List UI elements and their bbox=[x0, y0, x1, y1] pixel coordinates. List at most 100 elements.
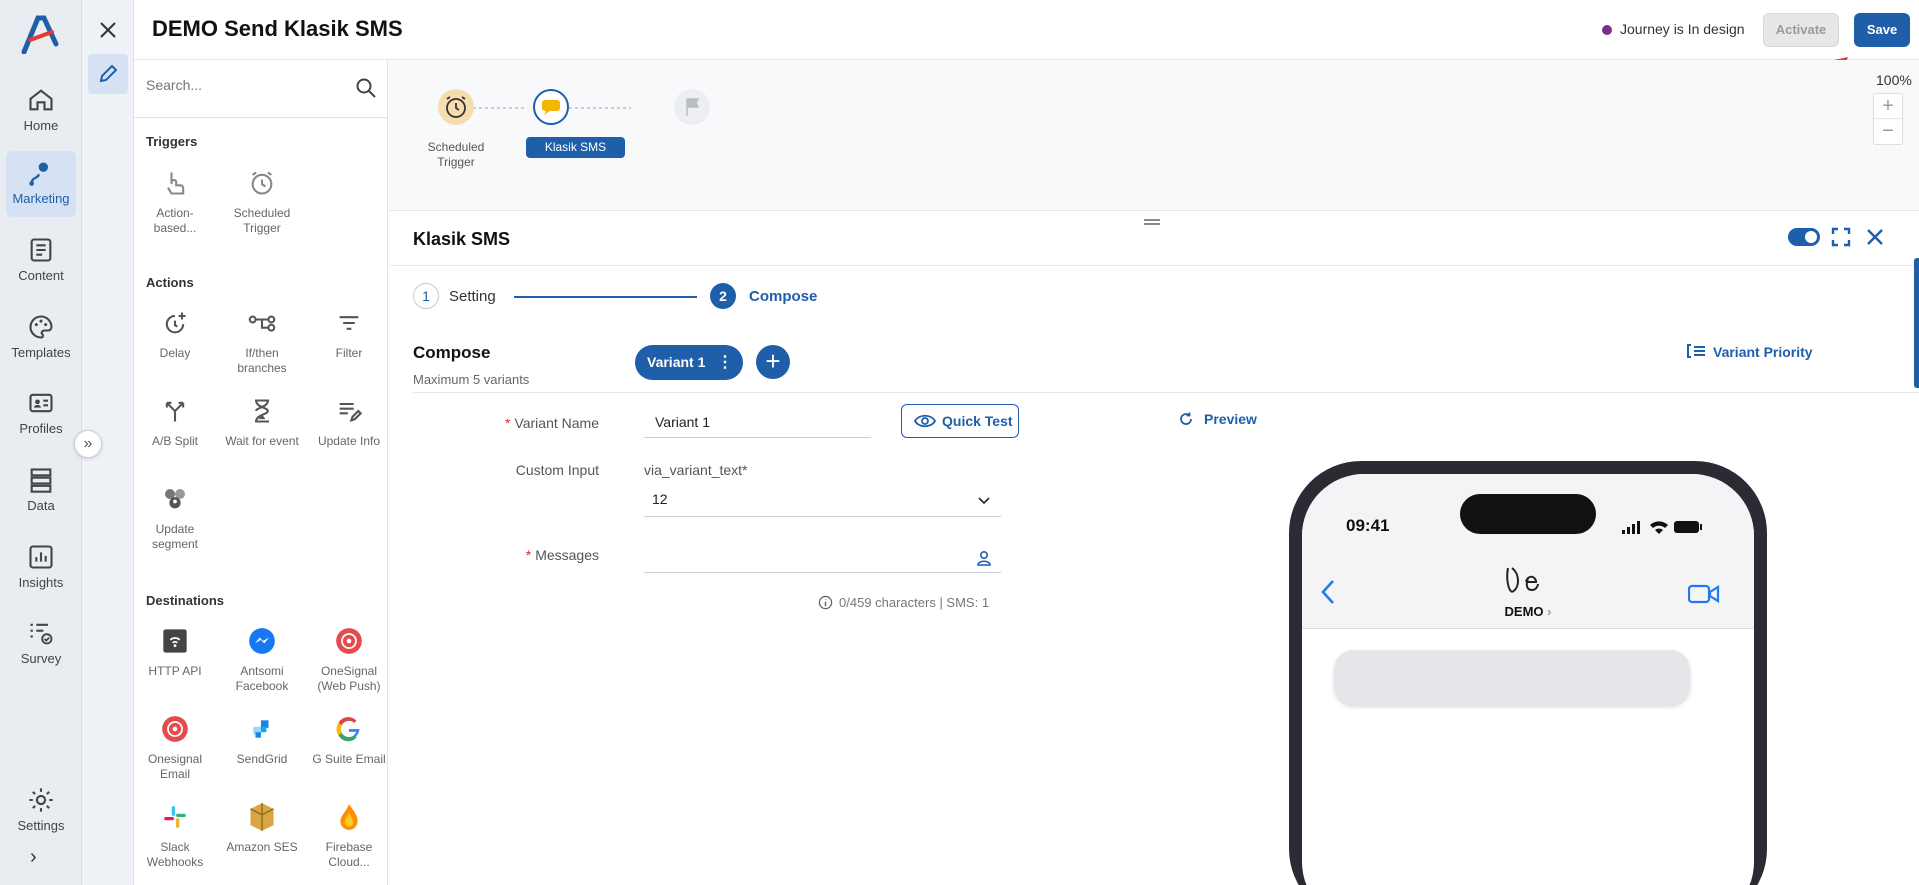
tool-if-then[interactable]: If/then branches bbox=[224, 308, 300, 376]
step-2-label[interactable]: Compose bbox=[749, 288, 817, 305]
firebase-icon bbox=[340, 804, 358, 830]
tool-firebase-label: Firebase Cloud... bbox=[325, 840, 373, 869]
video-call-icon bbox=[1688, 584, 1720, 604]
segment-icon bbox=[165, 489, 185, 509]
nav-profiles[interactable]: Profiles bbox=[6, 381, 76, 447]
header: DEMO Send Klasik SMS Journey is In desig… bbox=[134, 0, 1919, 60]
tool-antsomi-facebook-label: Antsomi Facebook bbox=[235, 664, 289, 693]
messages-label: * Messages bbox=[399, 547, 599, 563]
sendgrid-icon bbox=[253, 720, 269, 738]
tool-onesignal-web[interactable]: OneSignal (Web Push) bbox=[311, 626, 387, 694]
quick-test-button[interactable]: Quick Test bbox=[901, 404, 1019, 438]
tool-onesignal-email-label: Onesignal Email bbox=[147, 752, 203, 781]
node-klasik-sms-label[interactable]: Klasik SMS bbox=[526, 137, 625, 158]
detail-title: Klasik SMS bbox=[413, 229, 511, 249]
tool-wait-event-label: Wait for event bbox=[225, 434, 299, 448]
tool-onesignal-email[interactable]: Onesignal Email bbox=[137, 714, 213, 782]
app-root: Home Marketing Content Templates Profile… bbox=[0, 0, 1919, 885]
search-icon[interactable] bbox=[354, 76, 378, 100]
custom-input-select[interactable]: 12 bbox=[644, 483, 1001, 517]
tool-wait-event[interactable]: Wait for event bbox=[224, 396, 300, 449]
messages-input[interactable] bbox=[644, 539, 1001, 573]
scroll-indicator[interactable] bbox=[1914, 258, 1919, 388]
zoom-level: 100% bbox=[1876, 72, 1912, 88]
nav-home[interactable]: Home bbox=[6, 78, 76, 144]
step-1-label[interactable]: Setting bbox=[449, 288, 496, 305]
fullscreen-icon[interactable] bbox=[1830, 226, 1852, 248]
tool-action-based[interactable]: Action-based... bbox=[137, 168, 213, 236]
gear-icon bbox=[29, 788, 53, 812]
variant-priority-label: Variant Priority bbox=[1713, 344, 1813, 360]
slack-icon bbox=[164, 806, 186, 828]
contact-avatar-logo bbox=[1506, 567, 1539, 593]
nav-marketing[interactable]: Marketing bbox=[6, 151, 76, 217]
onesignal-icon bbox=[336, 628, 362, 654]
step-connector bbox=[514, 296, 697, 298]
zoom-out-icon[interactable]: − bbox=[1874, 119, 1902, 144]
tool-http-api[interactable]: HTTP API bbox=[137, 626, 213, 679]
tool-ab-split-label: A/B Split bbox=[151, 434, 199, 448]
tool-gsuite-email[interactable]: G Suite Email bbox=[311, 714, 387, 767]
more-vertical-icon[interactable]: ⋮ bbox=[717, 345, 733, 380]
nav-templates[interactable]: Templates bbox=[6, 305, 76, 371]
tool-antsomi-facebook[interactable]: Antsomi Facebook bbox=[224, 626, 300, 694]
delay-icon bbox=[165, 312, 186, 334]
variant-tab-label: Variant 1 bbox=[647, 354, 706, 370]
tool-update-info[interactable]: Update Info bbox=[311, 396, 387, 449]
variant-name-label: * Variant Name bbox=[399, 415, 599, 431]
drag-handle-icon[interactable] bbox=[1144, 219, 1160, 225]
person-icon[interactable] bbox=[975, 549, 993, 567]
nav-insights[interactable]: Insights bbox=[6, 535, 76, 601]
tool-filter[interactable]: Filter bbox=[311, 308, 387, 361]
activate-button[interactable]: Activate bbox=[1763, 13, 1839, 47]
tool-amazon-ses[interactable]: Amazon SES bbox=[224, 802, 300, 855]
tool-delay[interactable]: Delay bbox=[137, 308, 213, 361]
palette-icon bbox=[29, 315, 53, 339]
tool-ab-split[interactable]: A/B Split bbox=[137, 396, 213, 449]
content-icon bbox=[30, 238, 52, 262]
nav-survey-label: Survey bbox=[20, 651, 62, 666]
step-2-number[interactable]: 2 bbox=[710, 283, 736, 309]
nav-content-label: Content bbox=[18, 268, 64, 283]
nav-content[interactable]: Content bbox=[6, 228, 76, 294]
insights-icon bbox=[29, 545, 53, 569]
nav-data[interactable]: Data bbox=[6, 458, 76, 524]
tool-firebase[interactable]: Firebase Cloud... bbox=[311, 802, 387, 870]
nav-insights-label: Insights bbox=[18, 575, 64, 590]
actions-title: Actions bbox=[146, 275, 194, 290]
variant-tab[interactable]: Variant 1 ⋮ bbox=[635, 345, 743, 380]
close-icon[interactable] bbox=[96, 18, 120, 42]
tool-scheduled-trigger[interactable]: Scheduled Trigger bbox=[224, 168, 300, 236]
wifi-icon bbox=[1650, 521, 1668, 534]
tool-sendgrid[interactable]: SendGrid bbox=[224, 714, 300, 767]
close-icon[interactable] bbox=[1864, 226, 1886, 248]
tool-delay-label: Delay bbox=[159, 346, 191, 360]
node-klasik-sms[interactable] bbox=[533, 89, 569, 125]
edit-button[interactable] bbox=[88, 54, 128, 94]
save-button[interactable]: Save bbox=[1854, 13, 1910, 47]
search-input[interactable] bbox=[146, 77, 346, 93]
journey-status-text: Journey is In design bbox=[1620, 21, 1745, 37]
nav-survey[interactable]: Survey bbox=[6, 611, 76, 677]
journey-canvas[interactable]: Scheduled Trigger bbox=[389, 60, 1919, 210]
node-scheduled-trigger[interactable] bbox=[438, 89, 474, 125]
nav-profiles-label: Profiles bbox=[19, 421, 63, 436]
variant-priority-button[interactable]: Variant Priority bbox=[1685, 342, 1813, 360]
zoom-in-icon[interactable]: + bbox=[1874, 94, 1902, 119]
back-chevron-icon bbox=[1321, 580, 1334, 604]
nav-settings[interactable]: Settings bbox=[6, 778, 76, 844]
tool-amazon-ses-label: Amazon SES bbox=[226, 840, 298, 854]
custom-input-label: Custom Input bbox=[515, 462, 599, 478]
variant-name-input[interactable]: Variant 1 bbox=[644, 404, 871, 438]
nav-marketing-label: Marketing bbox=[12, 191, 70, 206]
step-1-number[interactable]: 1 bbox=[413, 283, 439, 309]
node-enabled-toggle[interactable] bbox=[1788, 228, 1820, 246]
tool-slack-webhooks[interactable]: Slack Webhooks bbox=[137, 802, 213, 870]
nav-expand-icon[interactable]: › bbox=[30, 846, 37, 869]
compose-divider bbox=[413, 392, 1919, 393]
collapse-panel-button[interactable]: » bbox=[74, 430, 102, 458]
preview-button[interactable]: Preview bbox=[1178, 411, 1257, 427]
tool-update-segment[interactable]: Update segment bbox=[137, 484, 213, 552]
flag-icon bbox=[686, 98, 700, 116]
add-variant-button[interactable]: + bbox=[756, 345, 790, 379]
